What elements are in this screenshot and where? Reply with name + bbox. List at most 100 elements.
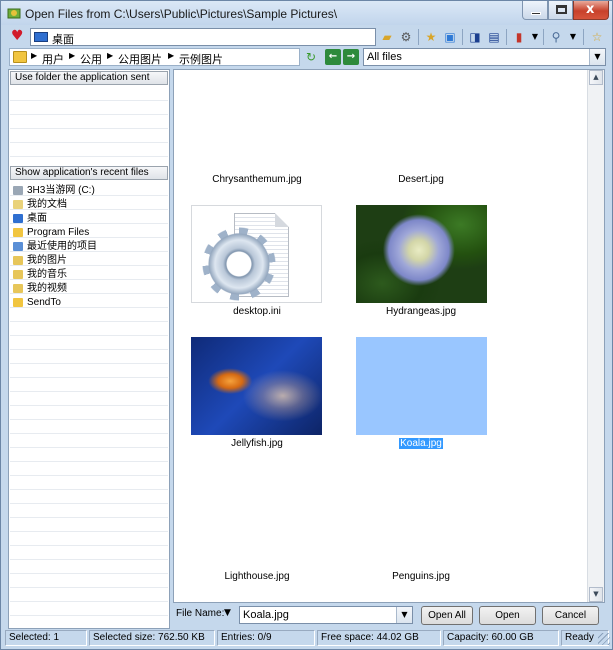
gear-body xyxy=(208,233,270,295)
breadcrumb-item[interactable]: 公用 xyxy=(80,51,102,67)
status-bar: Selected: 1 Selected size: 762.50 KB Ent… xyxy=(5,629,610,647)
desktop-icon xyxy=(13,214,23,223)
scroll-up-icon[interactable]: ▲ xyxy=(589,70,603,85)
recent-item-label: 我的视频 xyxy=(27,283,67,294)
cancel-button[interactable]: Cancel xyxy=(542,606,599,625)
desktop-icon xyxy=(34,32,48,42)
forward-arrow-icon[interactable]: → xyxy=(343,49,359,65)
filter-value: All files xyxy=(367,51,402,63)
folder-star-icon[interactable]: ★ xyxy=(423,29,439,45)
file-label[interactable]: Penguins.jpg xyxy=(341,571,501,582)
recent-item-music[interactable]: 我的音乐 xyxy=(11,268,167,282)
folder-list-empty xyxy=(10,87,168,164)
recent-item-desktop[interactable]: 桌面 xyxy=(11,212,167,226)
folder-open-icon[interactable]: ▰ xyxy=(379,29,395,45)
details-view-icon[interactable]: ◨ xyxy=(467,29,483,45)
breadcrumb-item[interactable]: 用户 xyxy=(42,51,64,67)
file-thumbnail-hydrangeas[interactable] xyxy=(356,205,487,303)
chevron-down-icon[interactable]: ▼ xyxy=(527,29,543,45)
title-bar[interactable]: Open Files from C:\Users\Public\Pictures… xyxy=(1,1,612,25)
location-text: 桌面 xyxy=(52,34,74,46)
file-name-label: File Name: xyxy=(176,608,225,619)
toolbar-separator xyxy=(543,29,544,45)
file-name-value: Koala.jpg xyxy=(243,609,289,621)
file-label[interactable]: Hydrangeas.jpg xyxy=(341,306,501,317)
recent-item-label: 桌面 xyxy=(27,213,47,224)
search-icon[interactable]: ⚲ xyxy=(548,29,564,45)
file-label[interactable]: desktop.ini xyxy=(177,306,337,317)
breadcrumb-item[interactable]: 示例图片 xyxy=(179,51,223,67)
recent-item-label: 我的文档 xyxy=(27,199,67,210)
recent-icon xyxy=(13,242,23,251)
favorite-star-icon[interactable]: ☆ xyxy=(589,29,605,45)
file-name-input[interactable]: Koala.jpg ▼ xyxy=(239,606,413,624)
navigation-toolbar: ▶ 用户 ▶ 公用 ▶ 公用图片 ▶ 示例图片 ↻ ← → All files … xyxy=(5,48,609,68)
videos-icon xyxy=(13,284,23,293)
breadcrumb-arrow-icon[interactable]: ▶ xyxy=(69,51,75,60)
recent-item-drive[interactable]: 3H3当游网 (C:) xyxy=(11,184,167,198)
open-button[interactable]: Open xyxy=(479,606,536,625)
music-icon xyxy=(13,270,23,279)
recent-item-pictures[interactable]: 我的图片 xyxy=(11,254,167,268)
chevron-down-icon[interactable]: ▼ xyxy=(565,29,581,45)
recent-item-label: Program Files xyxy=(27,227,90,238)
left-pane: Use folder the application sent Show app… xyxy=(8,69,170,629)
file-thumbnail-koala[interactable] xyxy=(356,337,487,435)
list-view-icon[interactable]: ▤ xyxy=(486,29,502,45)
recent-list: 3H3当游网 (C:) 我的文档 桌面 Program Files 最近使用的项… xyxy=(11,184,167,310)
toolbar-separator xyxy=(418,29,419,45)
settings-gear-icon[interactable]: ⚙ xyxy=(398,29,414,45)
recent-item-documents[interactable]: 我的文档 xyxy=(11,198,167,212)
recent-item-sendto[interactable]: SendTo xyxy=(11,296,167,310)
file-label[interactable]: Desert.jpg xyxy=(341,174,501,185)
open-all-button[interactable]: Open All xyxy=(421,606,473,625)
file-label-selected[interactable]: Koala.jpg xyxy=(341,437,501,450)
toolbar-separator xyxy=(462,29,463,45)
breadcrumb[interactable]: ▶ 用户 ▶ 公用 ▶ 公用图片 ▶ 示例图片 xyxy=(9,48,300,66)
resize-grip-icon[interactable] xyxy=(598,633,610,645)
toolbar-separator xyxy=(506,29,507,45)
file-label[interactable]: Lighthouse.jpg xyxy=(177,571,337,582)
file-thumbnail-desktop-ini[interactable] xyxy=(191,205,322,303)
thumbnail-view-icon[interactable]: ▣ xyxy=(442,29,458,45)
refresh-icon[interactable]: ↻ xyxy=(303,49,319,65)
vertical-scrollbar[interactable]: ▲ ▼ xyxy=(587,70,604,602)
file-label[interactable]: Chrysanthemum.jpg xyxy=(177,174,337,185)
favorites-heart-icon[interactable]: ♥ xyxy=(11,29,24,43)
top-toolbar: ♥ 桌面 ▰ ⚙ ★ ▣ ◨ ▤ ▮ ▼ ⚲ ▼ ☆ xyxy=(5,27,609,47)
maximize-button[interactable] xyxy=(548,1,573,20)
scroll-down-icon[interactable]: ▼ xyxy=(589,587,603,602)
book-icon[interactable]: ▮ xyxy=(511,29,527,45)
recent-item-program-files[interactable]: Program Files xyxy=(11,226,167,240)
use-folder-header[interactable]: Use folder the application sent xyxy=(10,71,168,85)
file-label[interactable]: Jellyfish.jpg xyxy=(177,438,337,449)
recent-item-label: 我的图片 xyxy=(27,255,67,266)
back-arrow-icon[interactable]: ← xyxy=(325,49,341,65)
recent-item-label: SendTo xyxy=(27,297,61,308)
window-title: Open Files from C:\Users\Public\Pictures… xyxy=(25,7,338,21)
breadcrumb-arrow-icon[interactable]: ▶ xyxy=(107,51,113,60)
maximize-icon xyxy=(556,5,567,14)
file-name-bar: File Name: ▼ Koala.jpg ▼ Open All Open C… xyxy=(173,604,605,626)
status-capacity: Capacity: 60.00 GB xyxy=(443,630,559,646)
folder-icon xyxy=(13,298,23,307)
status-free-space: Free space: 44.02 GB xyxy=(317,630,441,646)
recent-item-recent[interactable]: 最近使用的项目 xyxy=(11,240,167,254)
chevron-down-icon[interactable]: ▼ xyxy=(396,607,412,623)
recent-item-videos[interactable]: 我的视频 xyxy=(11,282,167,296)
status-entries: Entries: 0/9 xyxy=(217,630,315,646)
file-thumbnail-jellyfish[interactable] xyxy=(191,337,322,435)
file-type-filter[interactable]: All files ▼ xyxy=(363,48,606,66)
chevron-down-icon[interactable]: ▼ xyxy=(589,49,605,65)
minimize-button[interactable] xyxy=(522,1,548,20)
thumbnail-pane: Chrysanthemum.jpg Desert.jpg desktop.ini… xyxy=(173,69,605,603)
breadcrumb-arrow-icon[interactable]: ▶ xyxy=(168,51,174,60)
file-name-history-icon[interactable]: ▼ xyxy=(224,608,231,618)
recent-item-label: 3H3当游网 (C:) xyxy=(27,185,95,196)
breadcrumb-arrow-icon[interactable]: ▶ xyxy=(31,51,37,60)
recent-item-label: 我的音乐 xyxy=(27,269,67,280)
recent-files-header[interactable]: Show application's recent files xyxy=(10,166,168,180)
breadcrumb-item[interactable]: 公用图片 xyxy=(118,51,162,67)
location-combo[interactable]: 桌面 xyxy=(30,28,376,46)
close-button[interactable]: x xyxy=(573,1,609,20)
